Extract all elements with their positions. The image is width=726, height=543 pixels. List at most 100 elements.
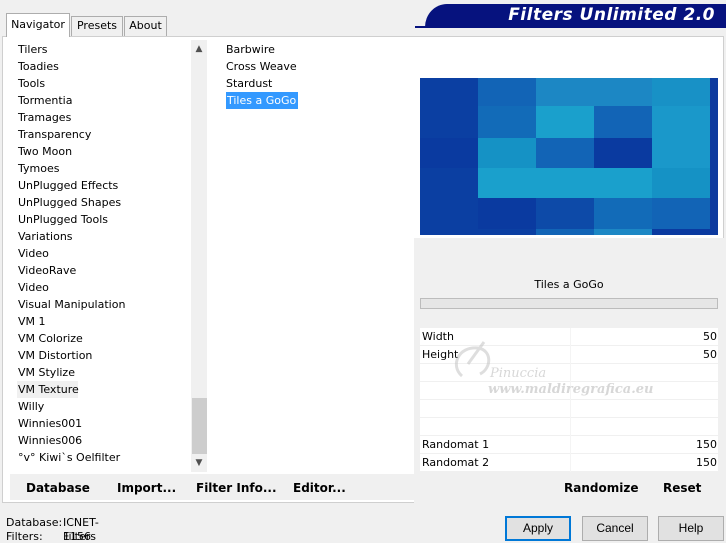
editor-button[interactable]: Editor... (293, 474, 346, 500)
filter-list[interactable]: Barbwire Cross Weave Stardust Tiles a GoGo (225, 41, 410, 109)
filters-count-value: 1156 (63, 530, 91, 543)
progress-bar (420, 298, 718, 309)
category-scrollbar[interactable]: ▲ ▼ (191, 40, 207, 472)
category-item[interactable]: °v° Kiwi`s Oelfilter (17, 449, 189, 466)
help-button[interactable]: Help (658, 516, 724, 541)
filter-info-button[interactable]: Filter Info... (196, 474, 277, 500)
banner-underline (415, 26, 726, 28)
category-item[interactable]: Video (17, 245, 189, 262)
reset-button[interactable]: Reset (663, 474, 701, 500)
category-item[interactable]: Winnies001 (17, 415, 189, 432)
category-item[interactable]: Visual Manipulation (17, 296, 189, 313)
cancel-button[interactable]: Cancel (582, 516, 648, 541)
preview-tile (652, 229, 710, 235)
category-item[interactable]: Tilers (17, 41, 189, 58)
navigator-toolbar: Database Import... Filter Info... Editor… (10, 474, 414, 500)
brand-banner: Filters Unlimited 2.0 (425, 4, 726, 27)
param-label: Randomat 2 (422, 456, 490, 469)
tab-about[interactable]: About (124, 16, 167, 36)
category-item[interactable]: Tormentia (17, 92, 189, 109)
category-item[interactable]: UnPlugged Shapes (17, 194, 189, 211)
preview-tile (420, 229, 478, 235)
preview-tile (478, 168, 536, 198)
import-button[interactable]: Import... (117, 474, 176, 500)
preview-tile (478, 198, 536, 229)
param-value[interactable]: 150 (696, 454, 717, 472)
preview-tile (420, 168, 478, 198)
preview-tile (420, 138, 478, 168)
apply-button[interactable]: Apply (505, 516, 571, 541)
category-item[interactable]: Winnies006 (17, 432, 189, 449)
scroll-up-icon[interactable]: ▲ (191, 41, 207, 57)
preview-tile (536, 168, 594, 198)
preview-tile (536, 198, 594, 229)
preview-tile (478, 229, 536, 235)
scroll-down-icon[interactable]: ▼ (191, 455, 207, 471)
param-divider (570, 454, 571, 472)
preview-tile (420, 106, 478, 138)
category-item[interactable]: UnPlugged Effects (17, 177, 189, 194)
preview-tile (710, 168, 718, 198)
category-item[interactable]: VM Colorize (17, 330, 189, 347)
status-info: Database: ICNET-Filters Filters: 1156 (6, 516, 99, 543)
preview-tile (594, 168, 652, 198)
param-row[interactable]: Randomat 1 150 (420, 436, 718, 454)
preview-tile (478, 106, 536, 138)
watermark-name: Pinuccia (490, 366, 547, 381)
category-item[interactable]: Two Moon (17, 143, 189, 160)
category-item[interactable]: Toadies (17, 58, 189, 75)
preview-tile (536, 78, 594, 106)
watermark-url: www.maldiregrafica.eu (488, 382, 654, 397)
preview-tile (652, 138, 710, 168)
preview-tile (652, 168, 710, 198)
filter-item-label: Barbwire (226, 43, 275, 56)
preview-tile (536, 138, 594, 168)
preview-tile (594, 78, 652, 106)
filter-preview (420, 78, 718, 235)
param-value[interactable]: 50 (703, 346, 717, 364)
banner-title: Filters Unlimited 2.0 (508, 5, 715, 25)
category-item[interactable]: VM Texture (17, 381, 79, 398)
param-row (420, 418, 718, 436)
settings-toolbar: Randomize Reset (420, 474, 718, 500)
category-item[interactable]: VM Distortion (17, 347, 189, 364)
preview-tile (594, 229, 652, 235)
filter-item[interactable]: Cross Weave (225, 58, 410, 75)
category-item[interactable]: Tramages (17, 109, 189, 126)
preview-tile (710, 229, 718, 235)
category-item[interactable]: Video (17, 279, 189, 296)
filter-item[interactable]: Tiles a GoGo (225, 92, 410, 109)
filter-item[interactable]: Barbwire (225, 41, 410, 58)
param-divider (570, 436, 571, 454)
database-button[interactable]: Database (26, 474, 90, 500)
category-list[interactable]: Tilers Toadies Tools Tormentia Tramages Trans… (17, 41, 189, 466)
watermark: Pinuccia www.maldiregrafica.eu (440, 336, 670, 406)
category-item[interactable]: Variations (17, 228, 189, 245)
category-item[interactable]: Willy (17, 398, 189, 415)
filter-item[interactable]: Stardust (225, 75, 410, 92)
category-item[interactable]: UnPlugged Tools (17, 211, 189, 228)
category-item[interactable]: VideoRave (17, 262, 189, 279)
param-row[interactable]: Randomat 2 150 (420, 454, 718, 472)
param-label: Randomat 1 (422, 438, 490, 451)
category-item[interactable]: Tools (17, 75, 189, 92)
filter-item-label: Cross Weave (226, 60, 297, 73)
category-item[interactable]: Tymoes (17, 160, 189, 177)
randomize-button[interactable]: Randomize (564, 474, 638, 500)
param-value[interactable]: 50 (703, 328, 717, 346)
scroll-thumb[interactable] (192, 398, 207, 454)
category-item[interactable]: Transparency (17, 126, 189, 143)
preview-tile (594, 138, 652, 168)
category-item[interactable]: VM 1 (17, 313, 189, 330)
param-value[interactable]: 150 (696, 436, 717, 454)
filter-item-label: Stardust (226, 77, 273, 90)
preview-tile (652, 78, 710, 106)
preview-tile (478, 78, 536, 106)
preview-tile (594, 198, 652, 229)
preview-tile (710, 106, 718, 138)
preview-tile (420, 198, 478, 229)
category-item[interactable]: VM Stylize (17, 364, 189, 381)
tab-presets[interactable]: Presets (71, 16, 123, 36)
filter-item-label: Tiles a GoGo (226, 92, 299, 109)
tab-navigator[interactable]: Navigator (6, 13, 70, 37)
